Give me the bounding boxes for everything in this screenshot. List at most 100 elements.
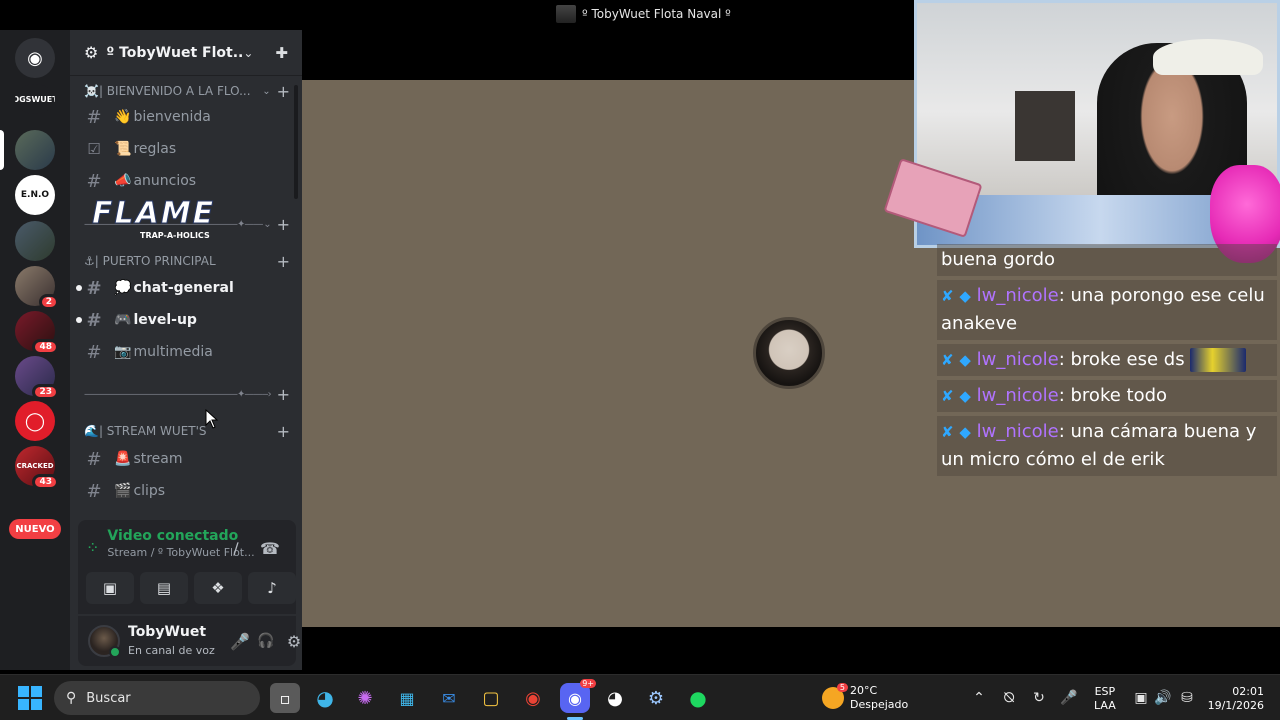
category-label: 🌊| STREAM WUET'S [84,424,207,438]
chat-username: lw_nicole [976,421,1059,442]
weather-widget[interactable]: 5 20°C Despejado [822,683,908,712]
voice-connection-panel: ⁘ Video conectado Stream / º TobyWuet Fl… [78,520,296,614]
volume-icon[interactable]: 🔊 [1154,689,1172,707]
avatar[interactable] [88,625,121,658]
channel-list[interactable]: ☠️| BIENVENIDO A LA FLO... ⌄ + # 👋 bienv… [70,76,302,516]
copilot-icon[interactable]: ✺ [350,683,380,713]
steam-icon[interactable]: ⚙ [641,683,671,713]
server-group-3[interactable]: 23 [15,356,59,400]
network-off-icon[interactable]: ⦰ [1000,689,1018,707]
window-title: º TobyWuet Flota Naval º [582,7,731,21]
gem-badge-icon: ◆ [959,287,971,305]
activities-button[interactable]: ❖ [194,572,242,604]
chat-message: ✘ ◆ lw_nicole: broke todo [937,380,1277,412]
new-badge[interactable]: NUEVO [9,519,61,539]
microphone-tray-icon[interactable]: 🎤 [1060,689,1078,707]
search-icon: ⚲ [66,690,77,706]
participant-avatar[interactable] [753,317,825,389]
display-icon[interactable]: ▣ [1132,689,1150,707]
chat-message: ✘ ◆ lw_nicole: broke ese ds [937,344,1277,376]
obs-icon[interactable]: ◕ [600,683,630,713]
outlook-icon[interactable]: ✉ [434,683,464,713]
channel-reglas[interactable]: ☑ 📜 reglas [78,134,288,164]
server-red[interactable]: ◯ [15,401,55,441]
chat-message: buena gordo [937,244,1277,276]
channel-multimedia[interactable]: # 📷 multimedia [78,337,288,367]
camera-off-icon: ▣ [102,579,118,597]
camera-off-button[interactable]: ▣ [86,572,134,604]
clock-date: 19/1/2026 [1207,699,1264,712]
invite-people-icon[interactable]: ✚ [275,44,288,62]
chevron-up-icon[interactable]: ⌃ [970,689,988,707]
add-channel-icon[interactable]: + [277,252,290,271]
server-ogswuet[interactable]: OGSWUET [15,84,55,114]
stream-chat-overlay: buena gordo ✘ ◆ lw_nicole: una porongo e… [937,244,1277,480]
server-group-1[interactable] [15,221,55,261]
channel-anuncios[interactable]: # 📣 anuncios [78,166,288,196]
username[interactable]: TobyWuet [128,624,206,640]
sync-icon[interactable]: ↻ [1030,689,1048,707]
add-channel-icon[interactable]: + [277,215,290,234]
server-eno[interactable]: E.N.O [15,175,55,215]
streamer-cap [1153,39,1263,75]
user-panel: TobyWuet En canal de voz 🎤 🎧 ⚙ [78,616,301,666]
edge-browser-icon[interactable]: ◕ [310,683,340,713]
server-tobywuet-avatar [15,130,55,170]
channel-bienvenida[interactable]: # 👋 bienvenida [78,102,288,132]
server-group-2[interactable]: 2 [15,266,59,310]
window-title-group: º TobyWuet Flota Naval º [556,5,731,23]
system-clock[interactable]: 02:01 19/1/2026 [1206,685,1264,713]
category-bienvenido[interactable]: ☠️| BIENVENIDO A LA FLO... ⌄ + [84,81,290,101]
server-cracked[interactable]: CRACKED 43 [15,446,59,490]
windows-start-icon[interactable] [18,686,42,710]
channel-name: reglas [133,141,177,157]
category-label: ⚓| PUERTO PRINCIPAL [84,254,216,268]
disconnect-icon[interactable]: ☎ [258,536,282,560]
task-view-icon[interactable]: ▫ [270,683,300,713]
screen-share-button[interactable]: ▤ [140,572,188,604]
microphone-icon[interactable]: 🎤 [228,629,252,653]
server-red-icon: ◯ [15,401,55,441]
file-explorer-icon[interactable]: ▢ [476,683,506,713]
category-puerto-principal[interactable]: ⚓| PUERTO PRINCIPAL + [84,251,290,271]
server-tobywuet[interactable] [15,130,55,170]
server-yankees[interactable]: 48 [15,311,59,355]
category-divider-2[interactable]: —————————————————✦——————... › + [84,384,290,404]
chevron-down-icon: ⌄ [243,45,254,60]
server-header[interactable]: ⚙ º TobyWuet Flot... ⌄ ✚ [70,30,302,76]
spotify-icon[interactable]: ● [683,683,713,713]
add-channel-icon[interactable]: + [277,422,290,441]
taskbar-search[interactable]: ⚲ Buscar [54,681,260,715]
battery-icon[interactable]: ⛁ [1178,689,1196,707]
add-channel-icon[interactable]: + [277,385,290,404]
channel-list-scrollbar[interactable] [294,85,298,199]
channel-name: clips [133,483,166,499]
soundboard-button[interactable]: ♪ [248,572,296,604]
chat-text: : broke todo [1058,385,1168,406]
channel-chat-general[interactable]: # 💭 chat-general [76,273,288,303]
category-stream-wuets[interactable]: 🌊| STREAM WUET'S + [84,421,290,441]
discord-taskbar-icon[interactable]: ◉ 9+ [560,679,596,713]
channel-level-up[interactable]: # 🎮 level-up [76,305,288,335]
chat-message: ✘ ◆ lw_nicole: una cámara buena y un mic… [937,416,1277,476]
add-channel-icon[interactable]: + [277,82,290,101]
unread-indicator [76,285,82,291]
discord-home-button[interactable]: ◉ [15,38,55,78]
server-rail: ◉ OGSWUET E.N.O 2 48 23 ◯ CRACKED 43 NUE… [0,30,70,670]
input-language[interactable]: ESP LAA [1094,685,1116,713]
chevron-right-icon: › [267,388,272,400]
channel-emoji: 📷 [114,344,132,360]
channel-name: bienvenida [133,109,211,125]
chrome-icon[interactable]: ◉ [518,683,548,713]
category-label: —————————————————✦——————... [84,388,268,400]
gem-badge-icon: ◆ [959,351,971,369]
discord-notification-badge: 9+ [580,679,596,688]
headphones-icon[interactable]: 🎧 [254,629,278,653]
channel-clips[interactable]: # 🎬 clips [78,476,288,506]
chat-username: lw_nicole [976,285,1059,306]
channel-stream[interactable]: # 🚨 stream [78,444,288,474]
noise-suppression-icon[interactable]: ∕ [224,536,248,560]
chevron-down-icon: ⌄ [263,218,271,230]
server-name: º TobyWuet Flot... [106,44,244,61]
microsoft-store-icon[interactable]: ▦ [392,683,422,713]
